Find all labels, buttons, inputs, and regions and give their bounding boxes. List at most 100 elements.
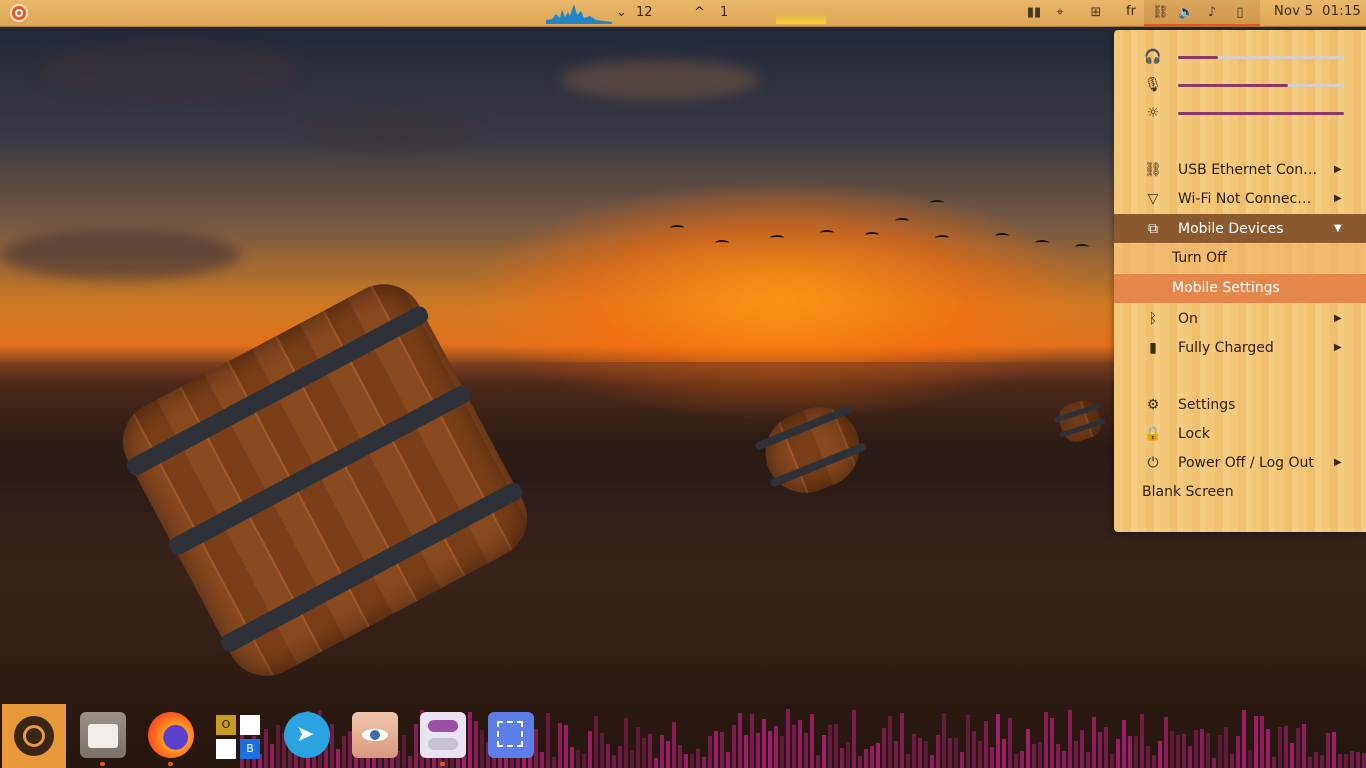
visualizer-bar — [990, 747, 994, 768]
turn-off-label: Turn Off — [1172, 250, 1227, 266]
visualizer-bar — [1110, 754, 1114, 768]
visualizer-bar — [858, 756, 862, 768]
power-item[interactable]: ⏻ Power Off / Log Out ▶ — [1114, 448, 1366, 477]
bird — [1075, 244, 1089, 250]
visualizer-bar — [546, 713, 550, 768]
visualizer-bar — [666, 741, 670, 768]
headphones-volume-slider[interactable]: 🎧 — [1114, 46, 1366, 68]
visualizer-bar — [960, 752, 964, 768]
barrel-large — [108, 270, 542, 690]
visualizer-bar — [1140, 714, 1144, 768]
ubuntu-logo-icon[interactable] — [10, 4, 28, 22]
visualizer-bar — [1266, 729, 1270, 768]
wifi-icon: ▽ — [1147, 190, 1159, 207]
antenna-icon[interactable]: ⌖ — [1052, 5, 1068, 21]
visualizer-bar — [1254, 716, 1258, 768]
firefox-app-button[interactable] — [148, 712, 194, 758]
visualizer-bar — [762, 719, 766, 768]
brightness-slider[interactable]: ☼ — [1114, 102, 1366, 124]
visualizer-bar — [336, 749, 340, 768]
cloud — [40, 40, 300, 100]
visualizer-bar — [1080, 730, 1084, 768]
bird — [995, 233, 1009, 239]
system-status-area[interactable]: ⛓ 🔈 ♪ ▯ — [1144, 0, 1260, 26]
lock-icon: 🔒 — [1144, 425, 1162, 442]
visualizer-bar — [588, 731, 592, 768]
visualizer-bar — [996, 714, 1000, 768]
show-applications-button[interactable] — [2, 704, 66, 768]
visualizer-bar — [1224, 727, 1228, 768]
office-app-button[interactable]: O B — [214, 713, 262, 761]
visualizer-bar — [1134, 736, 1138, 768]
visualizer-bar — [714, 731, 718, 768]
top-panel: ⌄ 12 ^ 1 ▮▮ ⌖ ⊞ fr ⛓ 🔈 ♪ ▯ Nov 5 01:15 — [0, 0, 1366, 27]
visualizer-bar — [774, 726, 778, 768]
blank-screen-item[interactable]: Blank Screen — [1114, 477, 1366, 506]
visualizer-bar — [408, 756, 412, 768]
slider-track[interactable] — [1178, 56, 1344, 59]
bluetooth-label: On — [1178, 310, 1198, 327]
running-indicator — [440, 762, 445, 766]
visualizer-bar — [726, 752, 730, 768]
visualizer-bar — [708, 736, 712, 768]
mobile-devices-item[interactable]: ⧉ Mobile Devices ▼ — [1114, 214, 1366, 243]
visualizer-bar — [600, 733, 604, 768]
audio-meter-icon[interactable]: ▮▮ — [1026, 5, 1042, 21]
visualizer-bar — [690, 754, 694, 768]
files-app-button[interactable] — [80, 712, 126, 758]
visualizer-bar — [264, 729, 268, 768]
visualizer-bar — [570, 747, 574, 768]
wired-network-icon: ⛓ — [1152, 5, 1169, 20]
visualizer-bar — [1122, 720, 1126, 768]
mobile-settings-item[interactable]: Mobile Settings — [1114, 274, 1366, 303]
eye-app-button[interactable] — [352, 712, 398, 758]
mobile-devices-label: Mobile Devices — [1178, 220, 1284, 237]
visualizer-bar — [1146, 746, 1150, 768]
lock-label: Lock — [1178, 425, 1210, 442]
slider-track[interactable] — [1178, 84, 1344, 87]
visualizer-bar — [1074, 741, 1078, 768]
visualizer-bar — [732, 725, 736, 768]
cpu-graph — [776, 6, 826, 24]
visualizer-bar — [1116, 739, 1120, 768]
cloud — [560, 60, 760, 100]
microphone-volume-slider[interactable]: 🎙 — [1114, 74, 1366, 96]
telegram-app-button[interactable]: ➤ — [284, 712, 330, 758]
tweaks-app-button[interactable] — [420, 712, 466, 758]
volume-icon: 🔈 — [1178, 5, 1195, 20]
visualizer-bar — [810, 714, 814, 768]
visualizer-bar — [1008, 718, 1012, 768]
wifi-item[interactable]: ▽ Wi-Fi Not Connec… ▶ — [1114, 184, 1366, 213]
lock-item[interactable]: 🔒 Lock — [1114, 419, 1366, 448]
settings-item[interactable]: ⚙ Settings — [1114, 390, 1366, 419]
toggle-on-icon — [428, 720, 458, 732]
arrow-right-icon: ▶ — [1334, 457, 1342, 468]
visualizer-bar — [1056, 744, 1060, 768]
screenshot-app-button[interactable] — [488, 712, 534, 758]
arrow-down-icon: ▼ — [1334, 223, 1342, 234]
visualizer-bar — [882, 728, 886, 768]
visualizer-bar — [276, 725, 280, 768]
visualizer-bar — [750, 714, 754, 768]
visualizer-bar — [1212, 758, 1216, 768]
keyboard-language[interactable]: fr — [1126, 4, 1136, 19]
clock[interactable]: Nov 5 01:15 — [1274, 4, 1361, 19]
usb-ethernet-item[interactable]: ⛓ USB Ethernet Con… ▶ — [1114, 155, 1366, 184]
bluetooth-item[interactable]: ᛒ On ▶ — [1114, 304, 1366, 333]
visualizer-bar — [1104, 727, 1108, 768]
visualizer-bar — [1272, 757, 1276, 768]
visualizer-bar — [978, 741, 982, 768]
visualizer-bar — [1314, 752, 1318, 768]
turn-off-item[interactable]: Turn Off — [1114, 244, 1366, 273]
visualizer-bar — [564, 725, 568, 768]
grid-snow-icon[interactable]: ⊞ — [1088, 5, 1104, 21]
battery-item[interactable]: ▮ Fully Charged ▶ — [1114, 333, 1366, 362]
clock-time: 01:15 — [1322, 4, 1362, 19]
visualizer-bar — [798, 720, 802, 768]
visualizer-bar — [804, 733, 808, 768]
running-indicator — [100, 762, 105, 766]
bluetooth-icon: ᛒ — [1148, 310, 1158, 327]
slider-track[interactable] — [1178, 112, 1344, 115]
visualizer-bar — [1248, 750, 1252, 768]
visualizer-bar — [1170, 731, 1174, 768]
